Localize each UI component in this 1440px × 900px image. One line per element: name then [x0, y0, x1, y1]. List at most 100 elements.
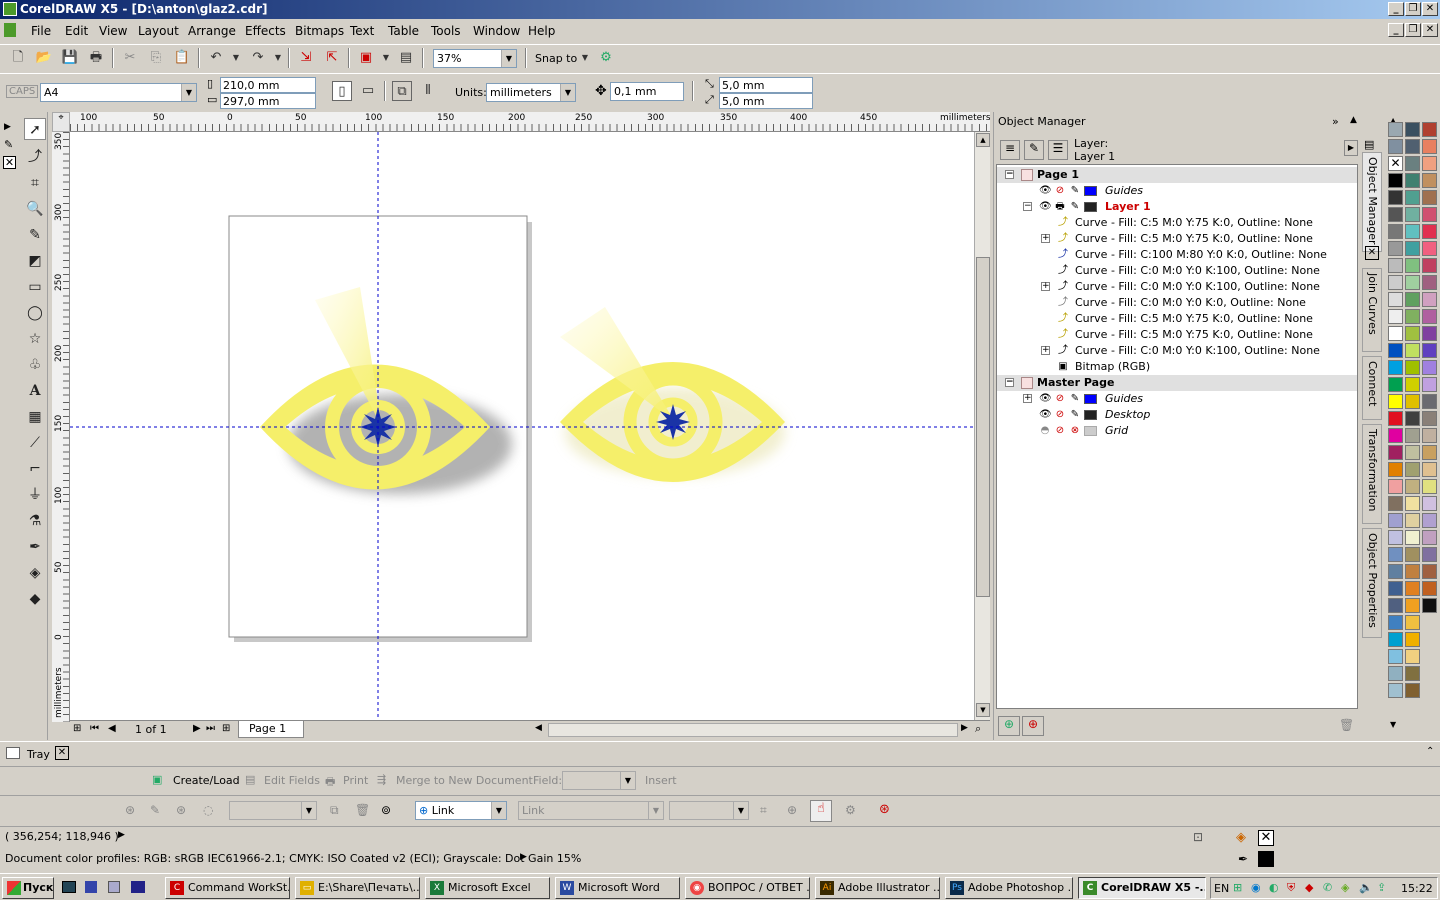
palette-swatch[interactable] [1388, 615, 1403, 630]
navigator-icon[interactable]: ⌕ [975, 722, 981, 736]
palette-swatch[interactable] [1388, 462, 1403, 477]
tree-object[interactable]: ▣ Bitmap (RGB) [997, 359, 1357, 375]
layer-color-swatch[interactable] [1084, 394, 1097, 404]
eye-icon[interactable]: 👁 [1039, 185, 1052, 197]
tree-object[interactable]: + ⤴ Curve - Fill: C:0 M:0 Y:0 K:100, Out… [997, 343, 1357, 359]
palette-swatch[interactable] [1422, 581, 1437, 596]
menu-table[interactable]: Table [388, 24, 419, 38]
hscroll-right-icon[interactable]: ▶ [961, 723, 968, 733]
layer-color-swatch[interactable] [1084, 426, 1097, 436]
print-icon[interactable]: 🖶 [86, 48, 106, 68]
snap-to-button[interactable]: Snap to [535, 52, 577, 65]
expand-icon[interactable]: + [1041, 346, 1050, 355]
object-tree[interactable]: − Page 1 👁 ⊘ ✎ Guides − 👁 🖶 ✎ Layer 1 ⤴ … [996, 164, 1358, 709]
merge-to-new-document-button[interactable]: Merge to New Document [396, 774, 533, 787]
palette-swatch[interactable] [1405, 462, 1420, 477]
options-icon[interactable]: ⚙ [596, 48, 616, 68]
fill-swatch[interactable]: ✕ [1258, 830, 1274, 846]
palette-swatch[interactable] [1422, 224, 1437, 239]
new-master-layer-icon[interactable]: ⊕ [1022, 716, 1044, 736]
menu-edit[interactable]: Edit [65, 24, 88, 38]
horizontal-scrollbar[interactable] [548, 723, 958, 737]
palette-swatch[interactable] [1405, 479, 1420, 494]
outline-indicator-icon[interactable]: ✒ [1238, 852, 1248, 866]
palette-swatch[interactable] [1405, 394, 1420, 409]
page-width-field[interactable]: 210,0 mm [220, 77, 316, 93]
show-hotspots-icon[interactable]: ⊕ [787, 803, 797, 817]
palette-swatch[interactable] [1422, 598, 1437, 613]
publish-web-icon[interactable]: ⊛ [879, 802, 890, 817]
interactive-fill-tool-icon[interactable]: ◆ [24, 588, 46, 610]
rollover-state-combo[interactable]: ▼ [229, 801, 317, 820]
task-photoshop[interactable]: Ps Adobe Photoshop ... [945, 877, 1073, 899]
language-indicator[interactable]: EN [1214, 882, 1229, 895]
outline-swatch[interactable] [1258, 851, 1274, 867]
profiles-expand-icon[interactable]: ▶ [520, 852, 527, 862]
tree-object[interactable]: ⤴ Curve - Fill: C:0 M:0 Y:0 K:0, Outline… [997, 295, 1357, 311]
current-page-button[interactable]: ⫴ [418, 81, 438, 101]
quicklaunch-save-icon[interactable] [85, 881, 97, 893]
welcome-screen-icon[interactable]: ▤ [396, 48, 416, 68]
palette-swatch[interactable] [1388, 649, 1403, 664]
layer-color-swatch[interactable] [1084, 202, 1097, 212]
chevron-down-icon[interactable]: ▼ [301, 802, 316, 819]
palette-swatch[interactable] [1405, 615, 1420, 630]
application-launcher-icon[interactable]: ▣ [356, 48, 376, 68]
layer-color-swatch[interactable] [1084, 186, 1097, 196]
palette-swatch[interactable] [1388, 513, 1403, 528]
tree-object[interactable]: ⤴ Curve - Fill: C:5 M:0 Y:75 K:0, Outlin… [997, 327, 1357, 343]
hscroll-left-icon[interactable]: ◀ [535, 723, 542, 733]
security-icon[interactable]: ⛨ [1287, 881, 1295, 895]
eye-icon[interactable]: 👁 [1039, 409, 1052, 421]
basic-shapes-tool-icon[interactable]: ♧ [24, 354, 46, 376]
palette-swatch[interactable] [1405, 445, 1420, 460]
tree-grid[interactable]: ◓ ⊘ ⊗ Grid [997, 423, 1357, 439]
palette-swatch[interactable] [1422, 462, 1437, 477]
palette-swatch[interactable] [1405, 547, 1420, 562]
pencil-icon[interactable]: ✎ [1069, 185, 1081, 197]
tree-object[interactable]: + ⤴ Curve - Fill: C:0 M:0 Y:0 K:100, Out… [997, 279, 1357, 295]
next-page-icon[interactable]: ▶ [193, 723, 201, 734]
palette-swatch[interactable] [1422, 190, 1437, 205]
palette-swatch[interactable] [1405, 275, 1420, 290]
hotspot-icon[interactable]: ⊚ [381, 803, 391, 817]
field-combo[interactable]: ▼ [562, 771, 636, 790]
palette-swatch[interactable] [1388, 479, 1403, 494]
layer-color-swatch[interactable] [1084, 410, 1097, 420]
no-print-icon[interactable]: ⊘ [1054, 409, 1066, 421]
open-icon[interactable]: 📂 [34, 48, 54, 68]
palette-swatch[interactable] [1388, 581, 1403, 596]
printer-icon[interactable]: 🖶 [1054, 201, 1066, 213]
undo-dropdown-icon[interactable]: ▼ [226, 48, 246, 68]
menu-effects[interactable]: Effects [245, 24, 286, 38]
ellipse-tool-icon[interactable]: ◯ [24, 302, 46, 324]
no-print-icon[interactable]: ⊘ [1054, 393, 1066, 405]
palette-swatch[interactable] [1388, 122, 1403, 137]
no-color-swatch[interactable]: ✕ [1388, 156, 1403, 171]
freehand-tool-icon[interactable]: ✎ [24, 224, 46, 246]
palette-swatch[interactable] [1388, 309, 1403, 324]
palette-swatch[interactable] [1405, 360, 1420, 375]
palette-swatch[interactable] [1388, 547, 1403, 562]
first-page-icon[interactable]: ⏮ [90, 723, 99, 734]
finish-rollover-icon[interactable]: ⊛ [176, 803, 186, 817]
web-settings-icon[interactable]: ⚙ [845, 803, 856, 817]
palette-swatch[interactable] [1388, 224, 1403, 239]
rollover-state-icon[interactable]: ◌ [203, 803, 213, 817]
palette-swatch[interactable] [1422, 547, 1437, 562]
menu-arrange[interactable]: Arrange [188, 24, 236, 38]
palette-swatch[interactable] [1388, 564, 1403, 579]
task-excel[interactable]: X Microsoft Excel [425, 877, 550, 899]
palette-swatch[interactable] [1388, 190, 1403, 205]
zoom-level-combo[interactable]: 37% ▼ [433, 49, 517, 68]
ruler-corner[interactable]: ⌖ [52, 112, 70, 132]
quicklaunch-calc-icon[interactable] [108, 881, 120, 893]
palette-swatch[interactable] [1422, 377, 1437, 392]
expand-icon[interactable]: + [1041, 234, 1050, 243]
safely-remove-icon[interactable]: ⇪ [1377, 881, 1386, 894]
palette-swatch[interactable] [1422, 326, 1437, 341]
tree-object[interactable]: ⤴ Curve - Fill: C:5 M:0 Y:75 K:0, Outlin… [997, 311, 1357, 327]
tray-app2-icon[interactable]: ◆ [1305, 881, 1313, 894]
edit-rollover-icon[interactable]: ✎ [150, 803, 160, 817]
toolbox-arrow-icon[interactable]: ▶ [4, 122, 11, 132]
